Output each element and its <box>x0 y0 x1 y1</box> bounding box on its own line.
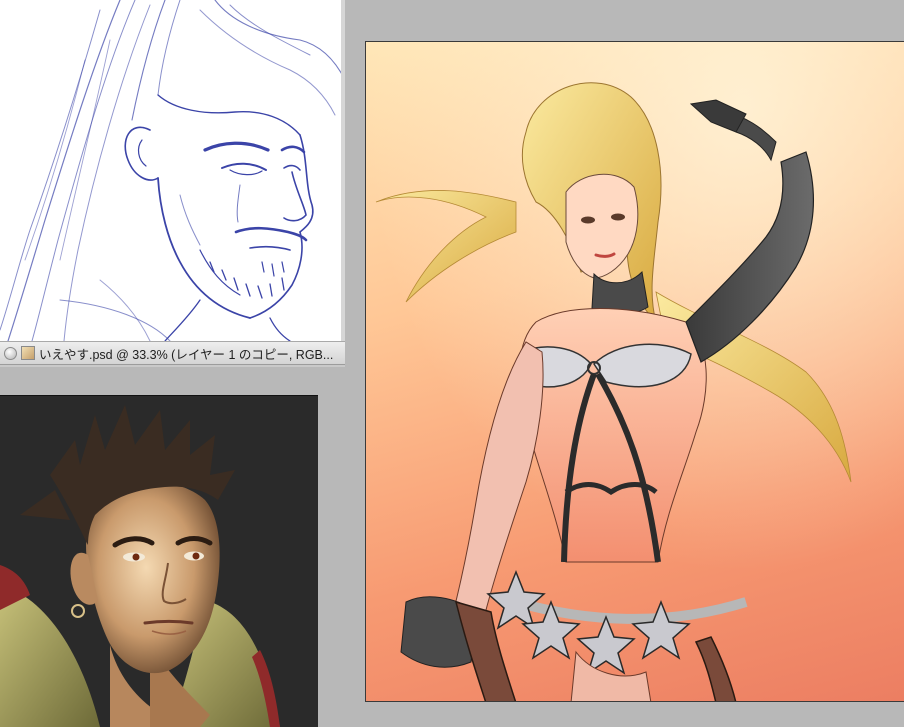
photoshop-workspace: いえやす.psd @ 33.3% (レイヤー 1 のコピー, RGB... <box>0 0 904 727</box>
close-icon[interactable] <box>4 346 17 360</box>
document-thumbnail-icon <box>21 346 35 360</box>
portrait-artwork <box>0 395 318 727</box>
sketch-artwork <box>0 0 345 341</box>
painting-document-canvas[interactable] <box>365 41 904 702</box>
portrait-frame-edge <box>0 395 318 396</box>
document-title: いえやす.psd @ 33.3% (レイヤー 1 のコピー, RGB... <box>39 347 334 362</box>
sketch-document-window[interactable]: いえやす.psd @ 33.3% (レイヤー 1 のコピー, RGB... <box>0 0 345 367</box>
sketch-scrollbar[interactable] <box>341 0 345 341</box>
portrait-document-window[interactable] <box>0 395 318 727</box>
painting-artwork <box>366 42 904 701</box>
sketch-canvas[interactable] <box>0 0 345 341</box>
document-title-bar[interactable]: いえやす.psd @ 33.3% (レイヤー 1 のコピー, RGB... <box>0 341 345 365</box>
